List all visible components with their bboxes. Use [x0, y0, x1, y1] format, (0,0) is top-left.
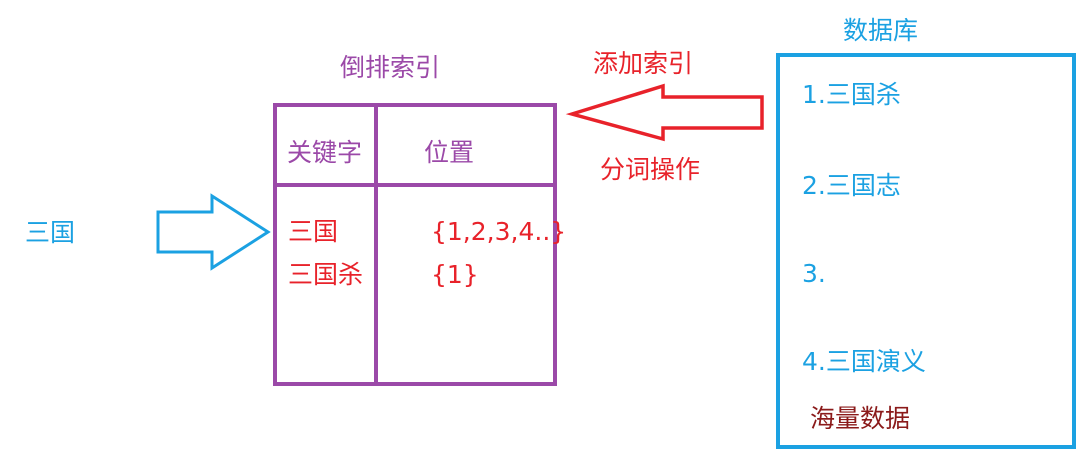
- database-footer: 海量数据: [810, 404, 911, 433]
- query-arrow: [156, 193, 271, 271]
- index-row-positions: {1}: [431, 260, 479, 289]
- database-box: [776, 53, 1076, 449]
- database-item: 3.: [802, 259, 826, 288]
- database-title: 数据库: [843, 16, 919, 45]
- query-label: 三国: [25, 218, 76, 247]
- database-item: 4.三国演义: [802, 347, 926, 376]
- index-row-keyword: 三国: [288, 217, 339, 246]
- index-title: 倒排索引: [340, 53, 441, 82]
- database-item: 1.三国杀: [802, 80, 901, 109]
- index-row-keyword: 三国杀: [288, 260, 364, 289]
- add-index-arrow: [565, 83, 764, 142]
- add-index-label: 添加索引: [593, 49, 694, 78]
- index-header-position: 位置: [424, 138, 475, 167]
- index-header-keyword: 关键字: [287, 138, 363, 167]
- database-item: 2.三国志: [802, 171, 901, 200]
- tokenize-label: 分词操作: [600, 155, 701, 184]
- index-row-positions: {1,2,3,4..}: [431, 217, 567, 246]
